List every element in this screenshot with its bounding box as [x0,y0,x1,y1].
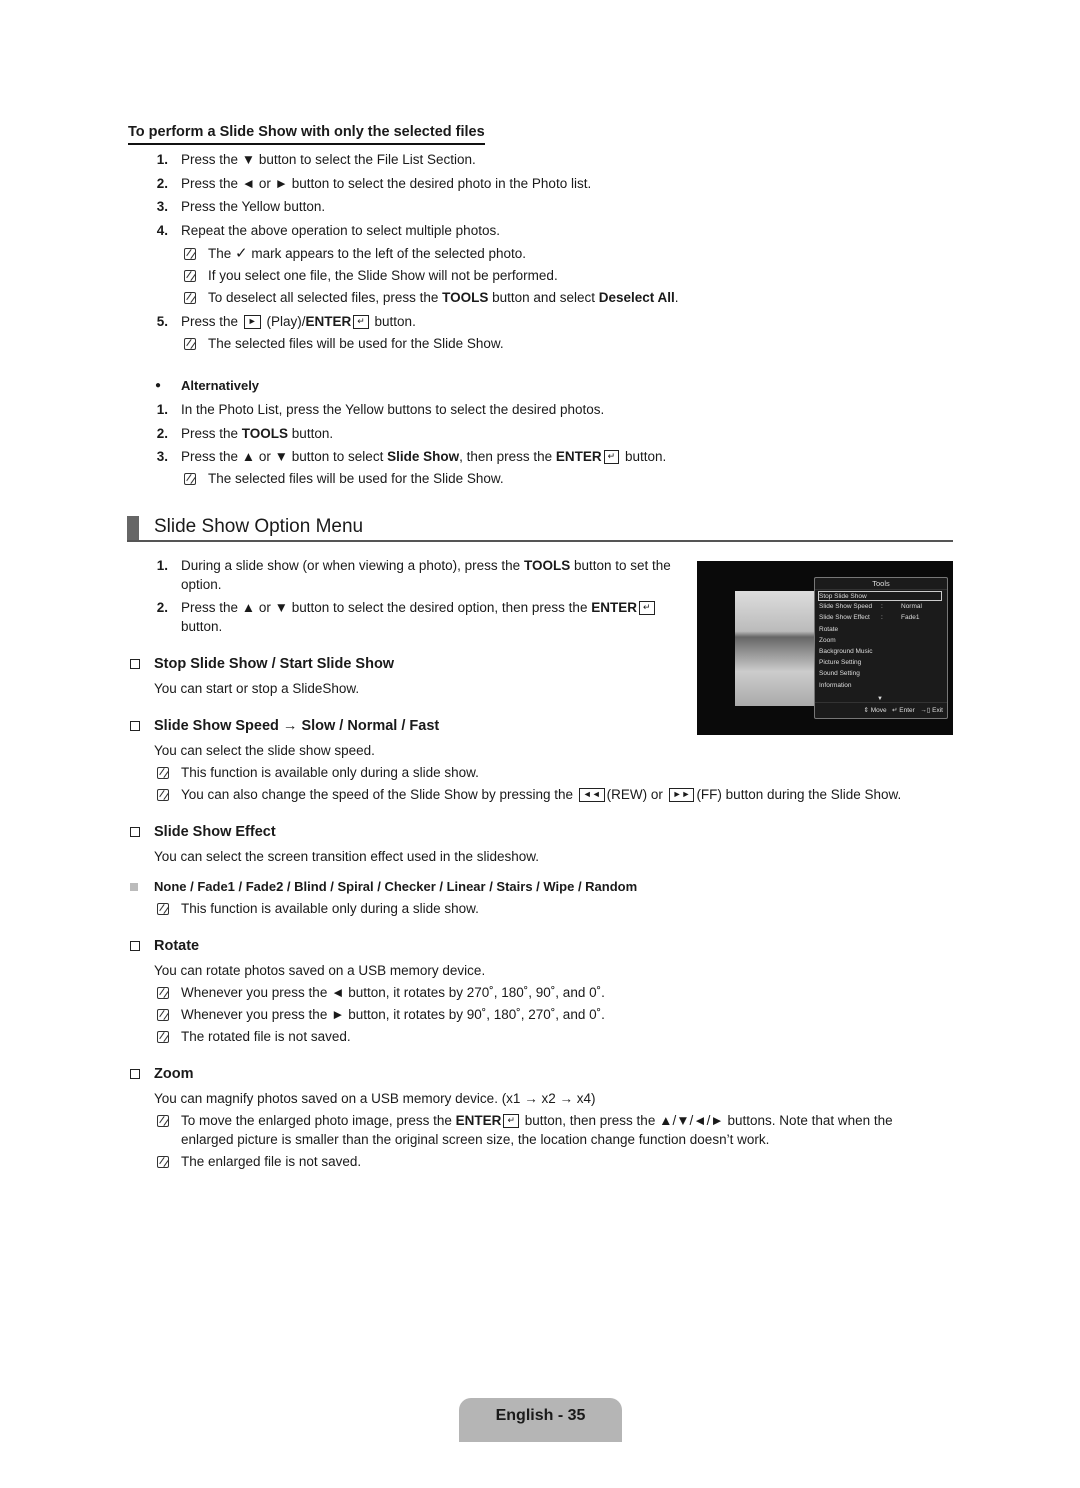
enter-icon: ↵ [892,707,898,714]
tv-screenshot: Tools Stop Slide Show Slide Show Speed: No… [697,561,953,735]
tools-menu-item[interactable]: Background Music [819,647,943,657]
tools-menu-item[interactable]: Picture Setting [819,658,943,668]
square-bullet-icon [130,883,138,891]
tools-menu-item[interactable]: Rotate [819,625,943,635]
enter-icon: ↵ [503,1114,519,1129]
tools-menu-item-value: Normal [901,603,922,611]
tools-menu-item[interactable]: Slide Show Effect: Fade1 [819,613,943,623]
tools-menu-item[interactable]: Sound Setting [819,669,943,679]
note-icon [184,292,196,304]
section-marker [127,516,139,540]
play-icon: ► [243,315,261,330]
enter-icon: ↵ [353,315,369,330]
note-icon [157,1009,169,1021]
note-icon [157,1115,169,1127]
note-icon [157,903,169,915]
checkmark-icon: ✓ [235,245,248,262]
tools-menu-footer: ⇕ Move ↵ Enter →▯ Exit [815,702,947,718]
note-icon [184,338,196,350]
tools-menu-item[interactable]: Slide Show Speed: Normal [819,602,943,612]
checkbox-bullet-icon [130,827,140,837]
note-icon [157,767,169,779]
tools-menu-title: Tools [815,578,947,590]
exit-icon: →▯ [920,707,931,714]
note-icon [184,473,196,485]
separator: : [881,614,883,622]
enter-icon: ↵ [603,450,620,465]
tools-menu-item[interactable]: Stop Slide Show [818,591,942,601]
note-icon [184,270,196,282]
checkbox-bullet-icon [130,941,140,951]
note-icon [157,1156,169,1168]
tools-menu-item-value: Fade1 [901,614,920,622]
subsection-heading: To perform a Slide Show with only the se… [128,124,485,145]
note-icon [157,789,169,801]
fast-forward-icon: ►► [668,788,695,803]
note-icon [157,1031,169,1043]
tools-menu-item[interactable]: Zoom [819,636,943,646]
tools-menu: Tools Stop Slide Show Slide Show Speed: No… [814,577,948,719]
beach-photo [735,591,815,706]
checkbox-bullet-icon [130,659,140,669]
note-icon [157,987,169,999]
section-heading: Slide Show Option Menu [127,516,953,542]
bullet-icon: ● [155,380,162,391]
checkbox-bullet-icon [130,1069,140,1079]
move-icon: ⇕ [863,707,869,714]
checkbox-bullet-icon [130,721,140,731]
note-icon [184,248,196,260]
enter-icon: ↵ [638,601,655,616]
rewind-icon: ◄◄ [578,788,605,803]
tools-menu-item[interactable]: Information [819,681,943,691]
page-number-tab: English - 35 [459,1398,622,1442]
separator: : [881,603,883,611]
